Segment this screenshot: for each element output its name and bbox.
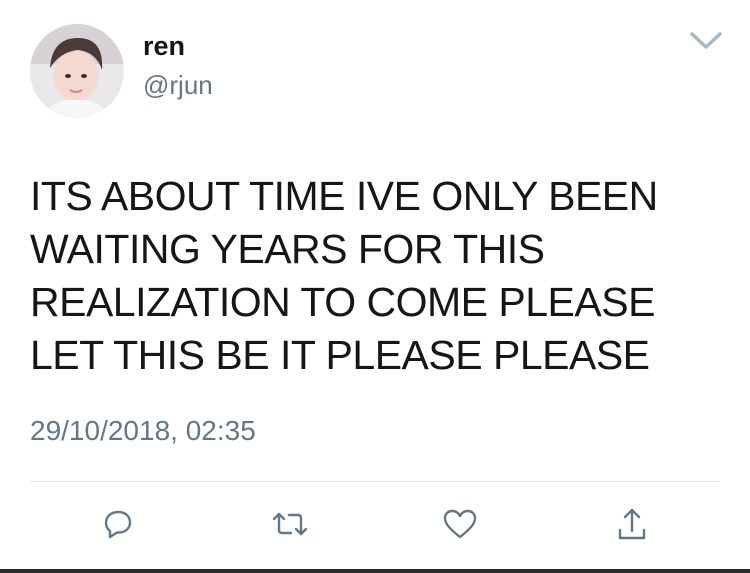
like-icon	[443, 509, 477, 539]
reply-icon	[104, 510, 132, 539]
like-button[interactable]	[440, 504, 480, 544]
bottom-border	[0, 569, 750, 573]
tweet-timestamp[interactable]: 29/10/2018, 02:35	[30, 414, 256, 448]
display-name[interactable]: ren	[143, 30, 185, 62]
share-icon	[618, 508, 646, 540]
reply-button[interactable]	[98, 504, 138, 544]
retweet-icon	[272, 512, 308, 536]
avatar-image	[30, 24, 124, 118]
user-handle[interactable]: @rjun	[143, 70, 213, 100]
avatar[interactable]	[30, 24, 124, 118]
divider	[30, 481, 720, 482]
chevron-down-icon[interactable]	[688, 28, 724, 52]
retweet-button[interactable]	[270, 504, 310, 544]
share-button[interactable]	[612, 504, 652, 544]
tweet-text: ITS ABOUT TIME IVE ONLY BEEN WAITING YEA…	[30, 173, 658, 378]
